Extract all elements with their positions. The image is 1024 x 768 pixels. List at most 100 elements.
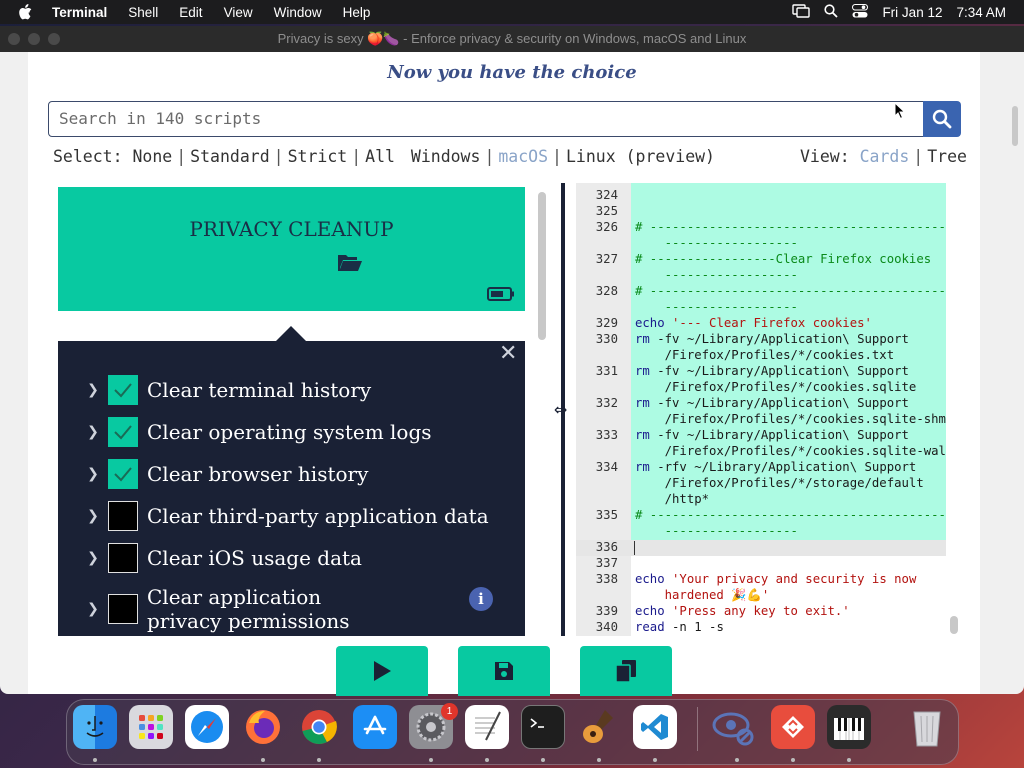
menu-edit[interactable]: Edit: [179, 5, 202, 20]
chevron-right-icon[interactable]: ❯: [84, 550, 102, 566]
script-item[interactable]: ❯ Clear third-party application data: [84, 499, 489, 533]
resize-handle-icon[interactable]: ⇔: [554, 400, 567, 419]
privacy-lens-icon[interactable]: [711, 705, 755, 749]
select-strict[interactable]: Strict: [288, 147, 348, 166]
spotlight-search-icon[interactable]: [824, 3, 839, 21]
script-item[interactable]: ❯ Clear iOS usage data: [84, 541, 362, 575]
code-editor[interactable]: 324 325 326 # -----------------------------…: [576, 183, 946, 636]
chevron-right-icon[interactable]: ❯: [84, 424, 102, 440]
page-scrollbar[interactable]: [1012, 106, 1018, 146]
checkbox-checked[interactable]: [108, 417, 138, 447]
running-indicator: [653, 758, 657, 762]
line-number: 338: [595, 572, 618, 586]
running-indicator: [735, 758, 739, 762]
chrome-icon[interactable]: [297, 705, 341, 749]
select-label: Select:: [53, 147, 123, 166]
apple-icon[interactable]: [18, 4, 38, 20]
line-number: 331: [595, 364, 618, 378]
search-button[interactable]: [923, 101, 961, 137]
line-number: 340: [595, 620, 618, 634]
chevron-right-icon[interactable]: ❯: [84, 466, 102, 482]
view-cards[interactable]: Cards: [860, 147, 910, 166]
category-card-privacy-cleanup[interactable]: PRIVACY CLEANUP: [58, 187, 525, 311]
screen-mirroring-icon[interactable]: [792, 3, 811, 21]
dock-separator: [697, 707, 698, 751]
info-icon[interactable]: i: [469, 587, 493, 611]
editor-scrollbar[interactable]: [950, 616, 958, 634]
text-cursor: [634, 541, 635, 555]
running-indicator: [485, 758, 489, 762]
os-macos[interactable]: macOS: [498, 147, 548, 166]
menu-app-name[interactable]: Terminal: [52, 5, 107, 20]
running-indicator: [429, 758, 433, 762]
view-tree[interactable]: Tree: [927, 147, 967, 166]
checkbox-checked[interactable]: [108, 375, 138, 405]
chevron-right-icon[interactable]: ❯: [84, 601, 102, 617]
checkbox-unchecked[interactable]: [108, 594, 138, 624]
script-item[interactable]: ❯ Clear terminal history: [84, 373, 371, 407]
separator: |: [484, 147, 495, 166]
separator: |: [351, 147, 362, 166]
save-button[interactable]: [458, 646, 550, 696]
line-number: 330: [595, 332, 618, 346]
trash-icon[interactable]: [905, 705, 949, 749]
checkbox-unchecked[interactable]: [108, 543, 138, 573]
safari-icon[interactable]: [185, 705, 229, 749]
card-title: PRIVACY CLEANUP: [189, 217, 394, 241]
script-label: Clear browser history: [147, 462, 369, 486]
git-icon[interactable]: [771, 705, 815, 749]
separator: |: [273, 147, 284, 166]
close-panel-icon[interactable]: ✕: [499, 343, 517, 365]
chevron-right-icon[interactable]: ❯: [84, 508, 102, 524]
textedit-icon[interactable]: [465, 705, 509, 749]
search-input[interactable]: Search in 140 scripts: [48, 101, 924, 137]
code-line: read -n 1 -s: [635, 620, 724, 634]
code-line: rm -fv ~/Library/Application\ Support: [635, 364, 909, 378]
open-folder-icon: [338, 255, 362, 271]
code-highlight: [631, 183, 946, 204]
zoom-window-button[interactable]: [48, 33, 60, 45]
vscode-icon[interactable]: [633, 705, 677, 749]
play-icon: [374, 661, 391, 681]
running-indicator: [791, 758, 795, 762]
copy-button[interactable]: [580, 646, 672, 696]
select-all[interactable]: All: [365, 147, 395, 166]
menu-view[interactable]: View: [224, 5, 253, 20]
view-label: View:: [800, 147, 850, 166]
finder-icon[interactable]: [73, 705, 117, 749]
garageband-icon[interactable]: [577, 705, 621, 749]
terminal-icon[interactable]: [521, 705, 565, 749]
control-center-icon[interactable]: [852, 3, 869, 21]
piano-icon[interactable]: [827, 705, 871, 749]
close-window-button[interactable]: [8, 33, 20, 45]
os-linux[interactable]: Linux (preview): [566, 147, 715, 166]
launchpad-icon[interactable]: [129, 705, 173, 749]
select-none[interactable]: None: [132, 147, 172, 166]
checkbox-unchecked[interactable]: [108, 501, 138, 531]
chevron-right-icon[interactable]: ❯: [84, 382, 102, 398]
menu-date[interactable]: Fri Jan 12: [882, 5, 942, 20]
menu-time[interactable]: 7:34 AM: [956, 5, 1006, 20]
menu-window[interactable]: Window: [274, 5, 322, 20]
line-number: 339: [595, 604, 618, 618]
cards-scrollbar[interactable]: [538, 192, 546, 340]
script-item[interactable]: ❯ Clear browser history: [84, 457, 368, 491]
line-number: 329: [595, 316, 618, 330]
app-store-icon[interactable]: [353, 705, 397, 749]
running-indicator: [93, 758, 97, 762]
menu-help[interactable]: Help: [343, 5, 371, 20]
checkbox-checked[interactable]: [108, 459, 138, 489]
menu-bar: Terminal Shell Edit View Window Help Fri…: [0, 0, 1024, 24]
minimize-window-button[interactable]: [28, 33, 40, 45]
run-button[interactable]: [336, 646, 428, 696]
menu-shell[interactable]: Shell: [128, 5, 158, 20]
code-highlight: [631, 204, 946, 220]
script-item[interactable]: ❯ Clear operating system logs: [84, 415, 432, 449]
code-line: echo '--- Clear Firefox cookies': [635, 316, 872, 330]
line-number: 333: [595, 428, 618, 442]
window-title-bar: Privacy is sexy 🍑🍆 - Enforce privacy & s…: [0, 26, 1024, 52]
script-item[interactable]: ❯ Clear application privacy permissions: [84, 585, 397, 633]
os-windows[interactable]: Windows: [411, 147, 481, 166]
select-standard[interactable]: Standard: [190, 147, 269, 166]
firefox-icon[interactable]: [241, 705, 285, 749]
